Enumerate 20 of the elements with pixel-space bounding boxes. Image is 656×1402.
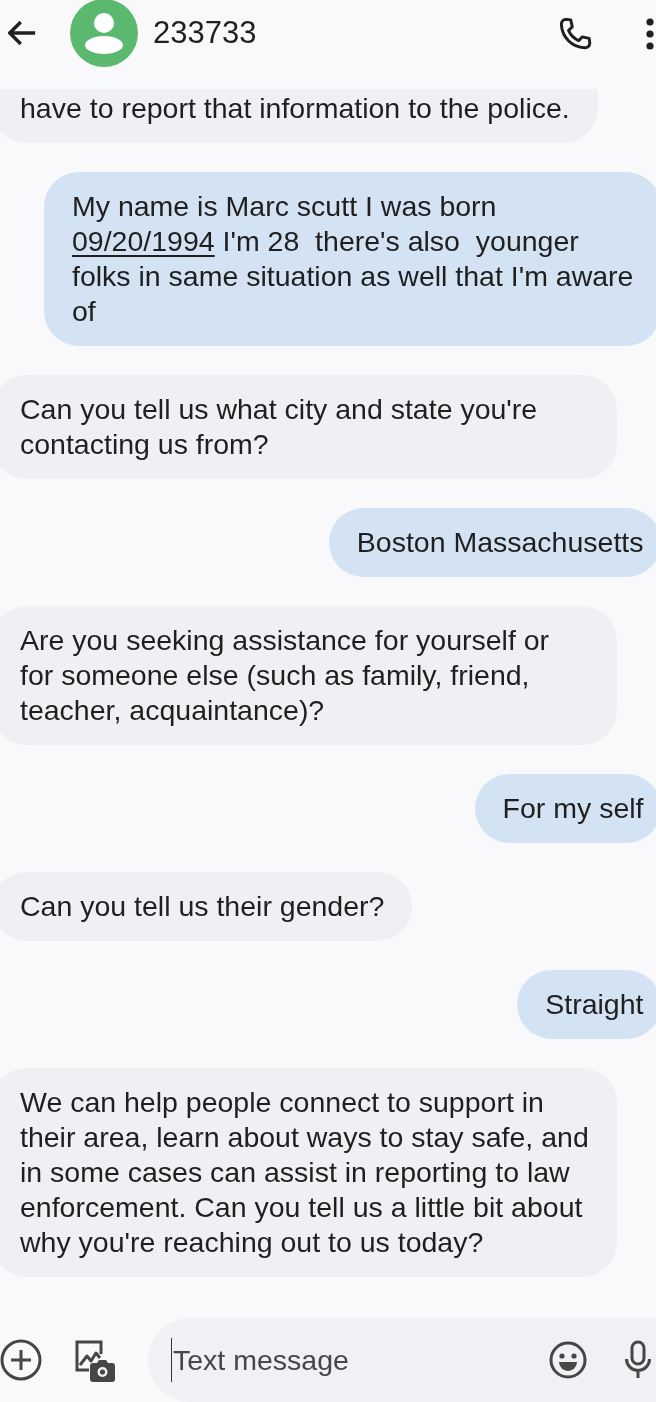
message-text: have to report that information to the police. — [20, 91, 570, 126]
plus-circle-icon[interactable] — [0, 1339, 42, 1381]
date-link[interactable]: 09/20/1994 — [72, 225, 215, 257]
microphone-icon[interactable] — [624, 1340, 652, 1380]
smiley-icon[interactable] — [549, 1341, 587, 1379]
contact-name: 233733 — [153, 15, 257, 51]
message-text: For my self — [502, 791, 644, 826]
message-text: My name is Marc scutt I was born 09/20/1994 I'm 28 there's also younger folks in same situation as well that I'm aware of — [72, 189, 635, 329]
more-options-icon[interactable] — [645, 18, 655, 50]
message-text: Are you seeking assistance for yourself or for someone else (such as family, friend, teacher, acquaintance)? — [20, 623, 551, 728]
message-field[interactable]: Text message — [148, 1318, 656, 1402]
message-input[interactable]: Text message — [171, 1338, 549, 1382]
message-text: Can you tell us their gender? — [20, 889, 385, 924]
phone-icon[interactable] — [560, 18, 592, 50]
message-text: Boston Massachusetts — [356, 525, 644, 560]
message-text: We can help people connect to support in their area, learn about ways to stay safe, and in some cases can assist in reporting to law enforcement. Can you tell us a little bit about why you're reaching out to us today? — [20, 1085, 589, 1260]
image-camera-icon[interactable] — [73, 1338, 117, 1382]
message-text: Can you tell us what city and state you're contacting us from? — [20, 392, 539, 462]
back-arrow-icon[interactable] — [8, 21, 36, 45]
message-text: Straight — [545, 987, 644, 1022]
